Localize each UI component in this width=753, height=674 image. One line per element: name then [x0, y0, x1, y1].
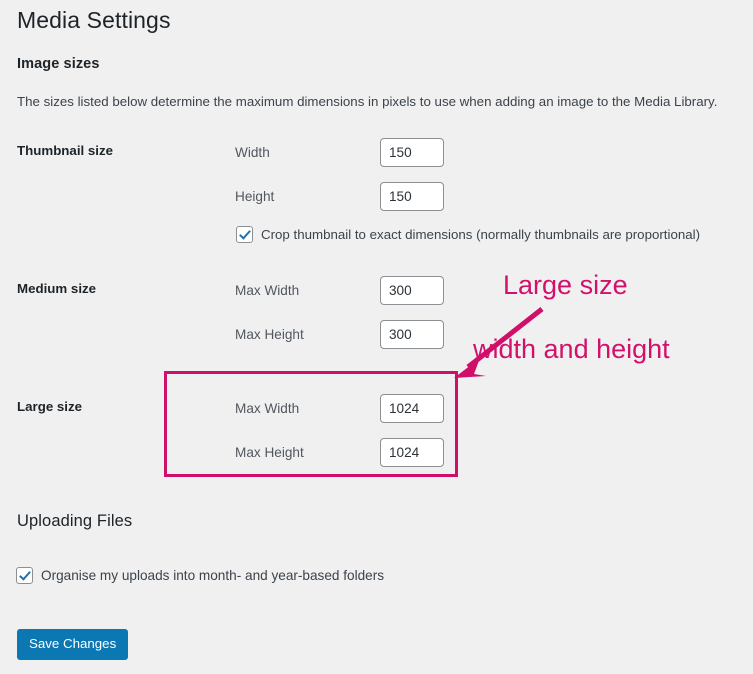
- medium-max-width-input[interactable]: [380, 276, 444, 305]
- crop-thumbnail-checkbox[interactable]: [236, 226, 253, 243]
- organise-uploads-checkbox[interactable]: [16, 567, 33, 584]
- medium-size-label: Medium size: [17, 281, 97, 296]
- thumbnail-size-label: Thumbnail size: [17, 143, 114, 158]
- annotation-text-line2: width and height: [473, 333, 670, 364]
- annotation-arrow-icon: [454, 307, 544, 378]
- thumbnail-height-input[interactable]: [380, 182, 444, 211]
- large-max-height-label: Max Height: [235, 445, 304, 460]
- medium-max-height-label: Max Height: [235, 327, 304, 342]
- thumbnail-height-label: Height: [235, 189, 275, 204]
- media-settings-page: Media Settings Image sizes The sizes lis…: [0, 0, 753, 674]
- annotation-text-line1: Large size: [503, 269, 628, 300]
- organise-uploads-checkbox-row[interactable]: Organise my uploads into month- and year…: [16, 567, 384, 584]
- image-sizes-description: The sizes listed below determine the max…: [17, 94, 718, 109]
- organise-uploads-label: Organise my uploads into month- and year…: [41, 568, 385, 583]
- image-sizes-heading: Image sizes: [17, 56, 100, 72]
- thumbnail-width-input[interactable]: [380, 138, 444, 167]
- crop-thumbnail-checkbox-row[interactable]: Crop thumbnail to exact dimensions (norm…: [236, 226, 700, 243]
- medium-max-width-label: Max Width: [235, 283, 300, 298]
- large-max-width-input[interactable]: [380, 394, 444, 423]
- large-max-width-label: Max Width: [235, 401, 300, 416]
- medium-max-height-input[interactable]: [380, 320, 444, 349]
- page-title: Media Settings: [17, 7, 171, 33]
- large-size-label: Large size: [17, 399, 83, 414]
- save-changes-button[interactable]: Save Changes: [17, 629, 129, 660]
- large-max-height-input[interactable]: [380, 438, 444, 467]
- uploading-files-heading: Uploading Files: [17, 512, 133, 530]
- crop-thumbnail-label: Crop thumbnail to exact dimensions (norm…: [261, 227, 701, 242]
- thumbnail-width-label: Width: [235, 145, 270, 160]
- annotation-text: Large size width and height: [473, 238, 670, 429]
